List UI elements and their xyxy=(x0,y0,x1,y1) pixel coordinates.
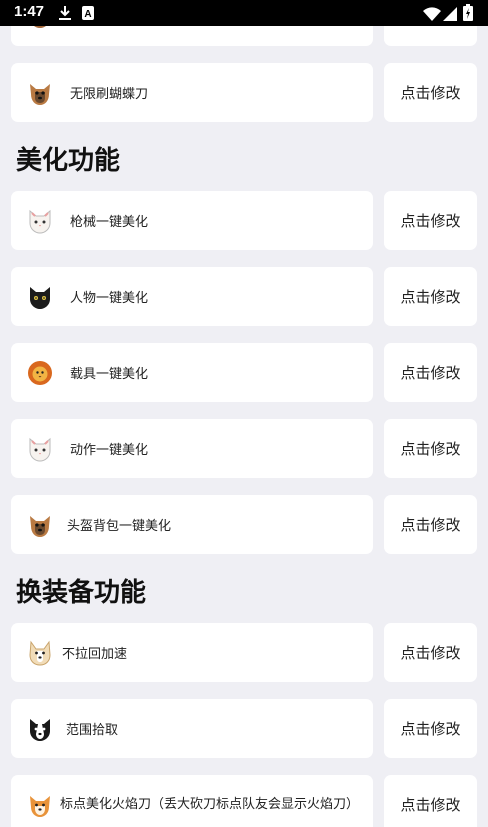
item-label: 无限刷蝴蝶刀 xyxy=(70,87,149,102)
status-time: 1:47 xyxy=(14,3,45,20)
list-item-card[interactable]: 范围拾取 xyxy=(11,699,373,758)
a-badge-icon: A xyxy=(82,5,94,24)
item-label: 人物一键美化 xyxy=(70,291,149,306)
item-label: 载具一键美化 xyxy=(70,367,149,382)
edit-button[interactable]: 点击修改 xyxy=(384,419,477,478)
content-scroll[interactable]: 点击修改 无限刷蝴蝶刀 点击修改 美化功能 枪械一键美化 点击修改 人物一键美化… xyxy=(0,26,488,827)
item-label: 动作一键美化 xyxy=(70,443,149,458)
signal-icon xyxy=(443,6,457,25)
list-item-card[interactable]: 载具一键美化 xyxy=(11,343,373,402)
list-item-card[interactable]: 枪械一键美化 xyxy=(11,191,373,250)
download-icon xyxy=(58,5,72,25)
list-item-card[interactable]: 不拉回加速 xyxy=(11,623,373,682)
dog-corgi-icon xyxy=(27,640,53,666)
edit-button[interactable]: 点击修改 xyxy=(384,63,477,122)
edit-button[interactable]: 点击修改 xyxy=(384,191,477,250)
list-item-card[interactable]: 人物一键美化 xyxy=(11,267,373,326)
battery-icon xyxy=(463,4,473,25)
item-label: 枪械一键美化 xyxy=(70,215,149,230)
cat-black-icon xyxy=(27,284,53,310)
list-item-card[interactable]: 标点美化火焰刀（丢大砍刀标点队友会显示火焰刀） xyxy=(11,775,373,827)
dog-shiba-icon xyxy=(27,792,53,818)
list-item-card[interactable]: 动作一键美化 xyxy=(11,419,373,478)
edit-button[interactable]: 点击修改 xyxy=(384,267,477,326)
edit-button[interactable]: 点击修改 xyxy=(384,343,477,402)
edit-button[interactable]: 点击修改 xyxy=(384,623,477,682)
svg-text:A: A xyxy=(84,9,91,20)
item-label: 范围拾取 xyxy=(66,723,119,738)
item-label: 标点美化火焰刀（丢大砍刀标点队友会显示火焰刀） xyxy=(60,796,360,812)
cat-white-icon xyxy=(27,436,53,462)
item-label: 不拉回加速 xyxy=(62,647,128,662)
dog-border-collie-icon xyxy=(27,716,53,742)
dog-yorkie-icon xyxy=(27,512,53,538)
edit-button[interactable]: 点击修改 xyxy=(384,26,477,46)
dog-yorkie-icon xyxy=(27,80,53,106)
status-bar: 1:47 A xyxy=(0,0,488,26)
section-title-equip: 换装备功能 xyxy=(16,578,147,608)
item-label: 头盔背包一键美化 xyxy=(67,519,172,534)
cat-white-icon xyxy=(27,208,53,234)
list-item-card[interactable]: 头盔背包一键美化 xyxy=(11,495,373,554)
wifi-icon xyxy=(423,6,441,25)
edit-button[interactable]: 点击修改 xyxy=(384,699,477,758)
edit-button[interactable]: 点击修改 xyxy=(384,495,477,554)
lion-icon xyxy=(27,360,53,386)
list-item-card[interactable]: 无限刷蝴蝶刀 xyxy=(11,63,373,122)
list-item-card[interactable] xyxy=(11,26,373,46)
edit-button[interactable]: 点击修改 xyxy=(384,775,477,827)
section-title-beautify: 美化功能 xyxy=(16,146,121,176)
dog-brown-icon xyxy=(27,26,53,30)
